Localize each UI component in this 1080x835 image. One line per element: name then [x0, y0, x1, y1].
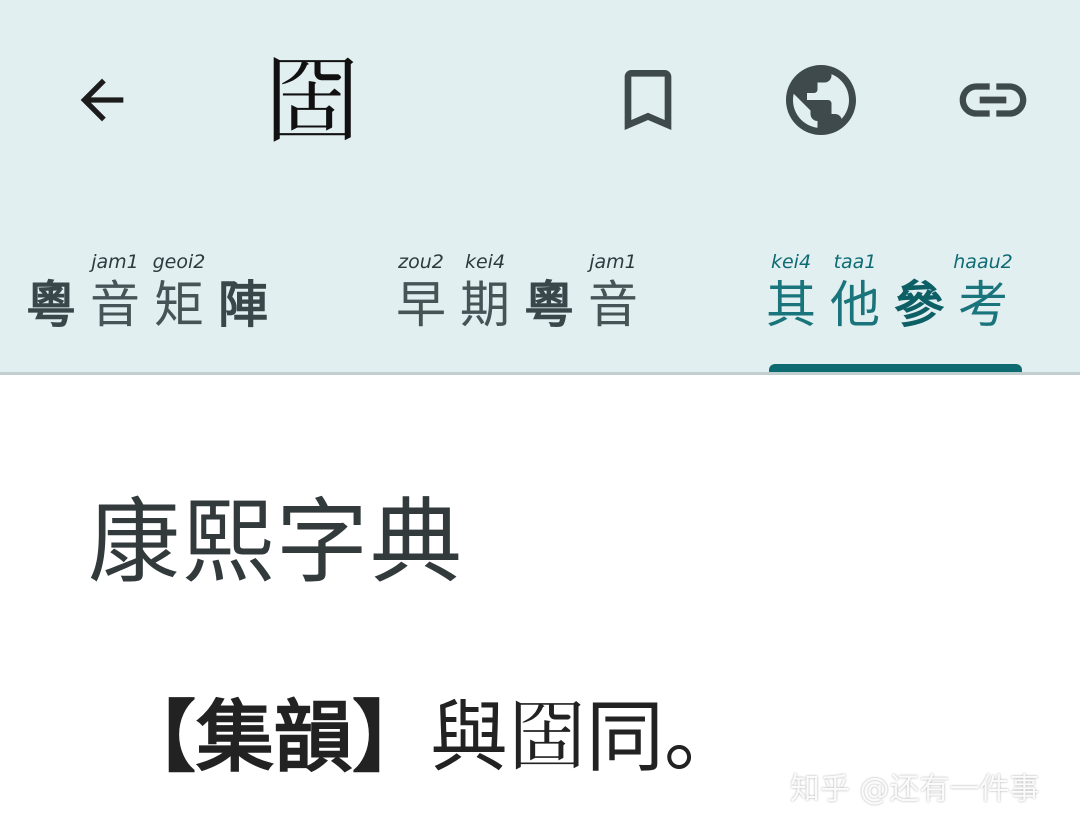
- ruby-char: geoi2 矩: [148, 250, 210, 336]
- hanzi: 音: [588, 276, 638, 334]
- hanzi: 期: [460, 276, 510, 334]
- ruby-char: 陣: [212, 250, 274, 336]
- hanzi: 陣: [218, 276, 268, 334]
- bookmark-icon: [624, 70, 672, 130]
- romanization: kei4: [464, 251, 506, 273]
- hanzi: 矩: [154, 276, 204, 334]
- romanization: geoi2: [152, 251, 206, 273]
- ruby-char: kei4 期: [454, 250, 516, 336]
- ruby-char: haau2 考: [952, 250, 1014, 336]
- hanzi: 考: [958, 276, 1008, 334]
- romanization: jam1: [589, 251, 637, 273]
- entry-text: 與𡇣同。: [430, 693, 743, 783]
- app-bar: 𡇣 粵 jam1 音 geoi2 矩 陣 zou2 早 kei4 期 粵 jam…: [0, 0, 1080, 372]
- tab-label: zou2 早 kei4 期 粵 jam1 音: [390, 250, 644, 336]
- back-button[interactable]: [54, 52, 150, 148]
- entry-source: 【集韻】: [118, 693, 431, 783]
- open-web-button[interactable]: [773, 52, 869, 148]
- ruby-char: 參: [888, 250, 950, 336]
- globe-icon: [786, 65, 856, 135]
- ruby-char: 粵: [20, 250, 82, 336]
- tab-early-cantonese[interactable]: zou2 早 kei4 期 粵 jam1 音: [390, 228, 680, 372]
- hanzi: 早: [396, 276, 446, 334]
- dictionary-entry: 【集韻】與𡇣同。: [118, 688, 742, 788]
- tab-other-references[interactable]: kei4 其 taa1 他 參 haau2 考: [760, 228, 1040, 372]
- link-icon: [959, 83, 1027, 117]
- divider: [0, 372, 1080, 375]
- ruby-char: taa1 他: [824, 250, 886, 336]
- hanzi: 粵: [524, 276, 574, 334]
- hanzi: 其: [766, 276, 816, 334]
- romanization: kei4: [770, 251, 812, 273]
- hanzi: 粵: [26, 276, 76, 334]
- tab-label: 粵 jam1 音 geoi2 矩 陣: [20, 250, 274, 336]
- section-title: 康熙字典: [88, 489, 465, 596]
- arrow-back-icon: [80, 78, 124, 122]
- romanization: zou2: [398, 251, 444, 273]
- copy-link-button[interactable]: [945, 52, 1041, 148]
- ruby-char: jam1 音: [84, 250, 146, 336]
- watermark: 知乎 @还有一件事: [790, 772, 1040, 807]
- tab-label: kei4 其 taa1 他 參 haau2 考: [760, 250, 1014, 336]
- ruby-char: zou2 早: [390, 250, 452, 336]
- tab-bar: 粵 jam1 音 geoi2 矩 陣 zou2 早 kei4 期 粵 jam1 音 kei…: [0, 228, 1080, 372]
- ruby-char: 粵: [518, 250, 580, 336]
- page-title: 𡇣: [264, 46, 360, 158]
- bookmark-button[interactable]: [600, 52, 696, 148]
- hanzi: 參: [894, 276, 944, 334]
- romanization: taa1: [833, 251, 877, 273]
- hanzi: 音: [90, 276, 140, 334]
- romanization: haau2: [953, 251, 1013, 273]
- tab-cantonese-phonetic-matrix[interactable]: 粵 jam1 音 geoi2 矩 陣: [20, 228, 310, 372]
- hanzi: 他: [830, 276, 880, 334]
- romanization: jam1: [91, 251, 139, 273]
- active-tab-indicator: [769, 364, 1022, 372]
- ruby-char: kei4 其: [760, 250, 822, 336]
- ruby-char: jam1 音: [582, 250, 644, 336]
